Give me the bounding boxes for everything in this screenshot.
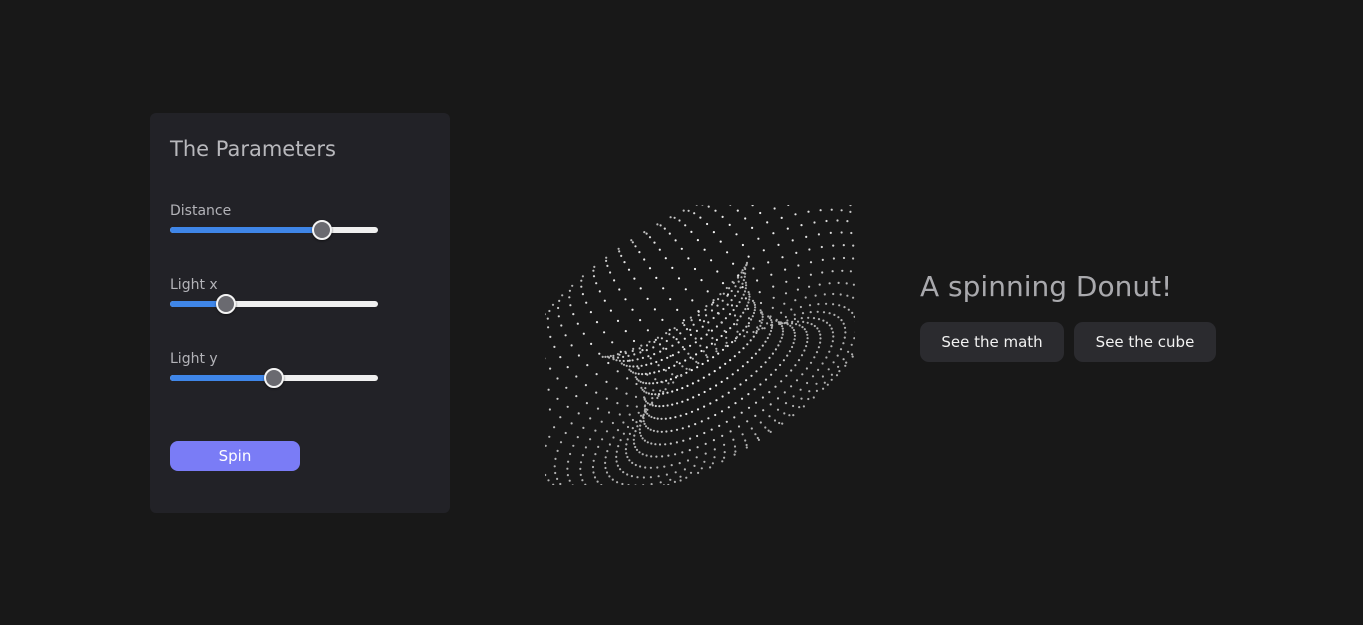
see-math-button[interactable]: See the math xyxy=(920,322,1064,362)
light-y-slider[interactable] xyxy=(170,368,378,388)
distance-slider-thumb[interactable] xyxy=(311,220,332,240)
light-x-slider-thumb[interactable] xyxy=(216,294,237,314)
see-cube-button[interactable]: See the cube xyxy=(1074,322,1216,362)
light-x-slider[interactable] xyxy=(170,294,378,314)
light-y-slider-fill xyxy=(170,375,274,381)
panel-title: The Parameters xyxy=(170,137,336,161)
parameters-panel: The Parameters Distance Light x Light y … xyxy=(150,113,450,513)
distance-label: Distance xyxy=(170,203,232,219)
light-x-slider-group: Light x xyxy=(170,277,380,327)
donut-icon xyxy=(545,205,855,485)
light-y-slider-thumb[interactable] xyxy=(264,368,284,388)
page: The Parameters Distance Light x Light y … xyxy=(0,0,1363,625)
light-y-slider-group: Light y xyxy=(170,351,380,401)
distance-slider-fill xyxy=(170,227,322,233)
page-headline: A spinning Donut! xyxy=(920,270,1173,303)
spin-button[interactable]: Spin xyxy=(170,441,300,471)
distance-slider[interactable] xyxy=(170,220,378,240)
distance-slider-group: Distance xyxy=(170,203,380,253)
light-x-label: Light x xyxy=(170,277,218,293)
light-y-label: Light y xyxy=(170,351,218,367)
